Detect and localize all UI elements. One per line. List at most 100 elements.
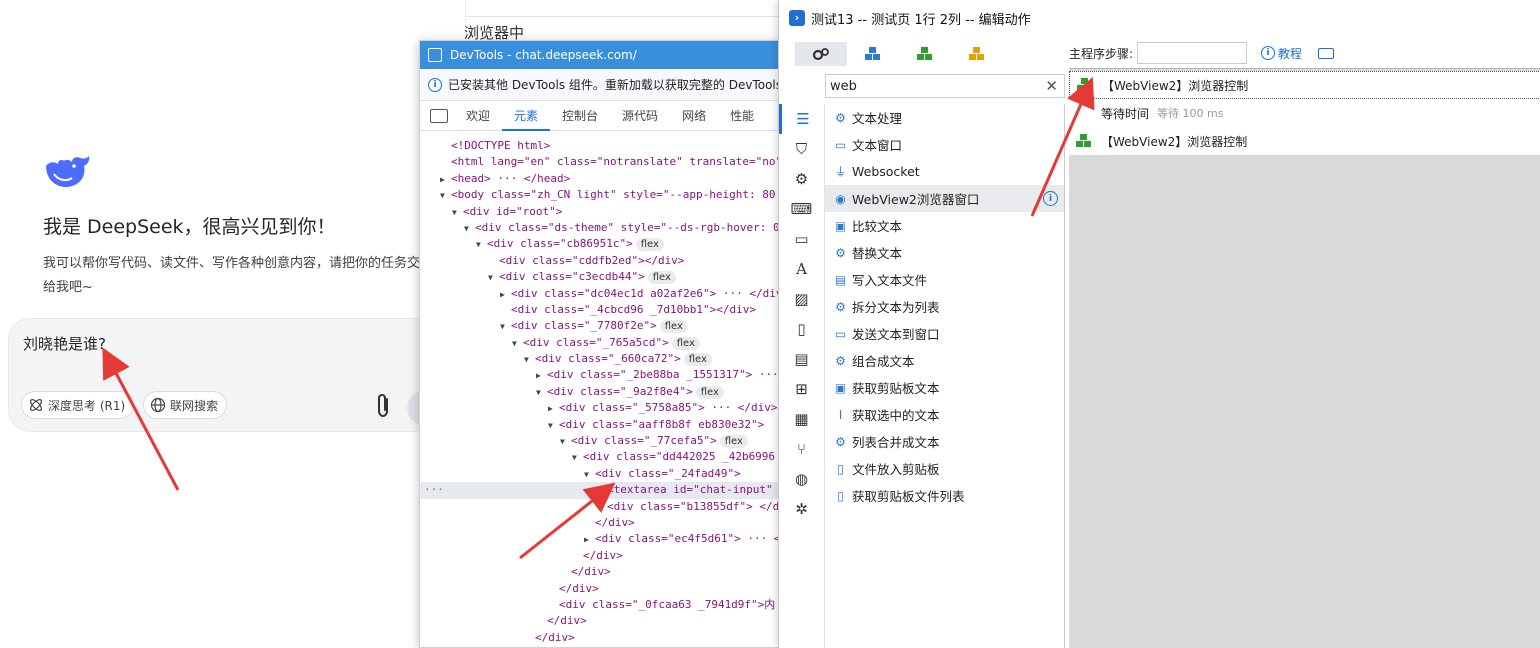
globe-icon[interactable]: ◍ bbox=[779, 464, 824, 494]
dom-tree-node[interactable]: ▼ <div class="_660ca72"> flex bbox=[420, 351, 780, 368]
dom-tree-node[interactable]: ▼ <div class="cb86951c"> flex bbox=[420, 236, 780, 253]
tab-console[interactable]: 控制台 bbox=[550, 101, 610, 131]
action-search-input[interactable]: web ✕ bbox=[825, 74, 1065, 98]
collapse-triangle-icon[interactable]: ▼ bbox=[572, 450, 583, 466]
flex-badge[interactable]: flex bbox=[719, 435, 748, 449]
action-list-item[interactable]: ▭ 文本窗口 bbox=[825, 131, 1064, 158]
dom-tree-node[interactable]: </div> bbox=[420, 581, 780, 597]
dom-tree-node[interactable]: ▶ <div class="dc04ec1d a02af2e6"> ··· </d… bbox=[420, 286, 780, 303]
tab-gears[interactable] bbox=[795, 42, 847, 66]
collapse-triangle-icon[interactable]: ▼ bbox=[500, 319, 511, 335]
web-search-button[interactable]: 联网搜索 bbox=[143, 391, 228, 419]
dom-tree-node[interactable]: ▼ <div class="_765a5cd"> flex bbox=[420, 335, 780, 351]
paperclip-icon[interactable] bbox=[371, 393, 395, 419]
flex-badge[interactable]: flex bbox=[695, 385, 724, 399]
clear-search-icon[interactable]: ✕ bbox=[1045, 77, 1058, 95]
dom-tree-node[interactable]: </div> bbox=[420, 564, 780, 580]
dom-tree-node[interactable]: ▶ <div class="ec4f5d61"> ··· </d bbox=[420, 531, 780, 548]
dom-tree-node[interactable]: ▶ <div class="_5758a85"> ··· </div> bbox=[420, 400, 780, 417]
branch-icon[interactable]: ⑂ bbox=[779, 434, 824, 464]
collapse-triangle-icon[interactable]: ▼ bbox=[548, 418, 559, 434]
collapse-triangle-icon[interactable]: ▼ bbox=[536, 385, 547, 401]
node-menu-icon[interactable]: ··· bbox=[424, 482, 444, 498]
dom-tree-node[interactable]: <html lang="en" class="notranslate" tran… bbox=[420, 154, 780, 170]
windows-logo-icon[interactable]: ⊞ bbox=[779, 374, 824, 404]
dom-tree-node[interactable]: ▼ <div class="ds-theme" style="--ds-rgb-h… bbox=[420, 220, 780, 237]
chat-input-box[interactable]: 刘晓艳是谁? 深度思考 (R1) 联网搜索 bbox=[8, 318, 478, 432]
dom-tree-node[interactable]: ▼ <div class="_9a2f8e4"> flex bbox=[420, 384, 780, 401]
dom-tree-node[interactable]: ▼ <div id="root"> bbox=[420, 204, 780, 221]
info-icon[interactable]: i bbox=[1043, 191, 1058, 206]
action-list-item[interactable]: ⚙ 拆分文本为列表 bbox=[825, 293, 1064, 320]
step-row[interactable]: 等待时间 等待 100 ms bbox=[1069, 99, 1540, 127]
flex-badge[interactable]: flex bbox=[683, 353, 712, 367]
collapse-triangle-icon[interactable]: ▼ bbox=[476, 237, 487, 253]
tutorial-link[interactable]: i 教程 bbox=[1261, 45, 1302, 62]
dom-tree-node[interactable]: <div class="cddfb2ed"></div> bbox=[420, 253, 780, 269]
tab-sources[interactable]: 源代码 bbox=[610, 101, 670, 131]
action-list-item[interactable]: ⚙ 列表合并成文本 bbox=[825, 428, 1064, 455]
action-list-item[interactable]: ▣ 比较文本 bbox=[825, 212, 1064, 239]
dom-tree-node[interactable]: <div class="_0fcaa63 _7941d9f">内 bbox=[420, 597, 780, 613]
grid-icon[interactable]: ▦ bbox=[779, 404, 824, 434]
collapse-triangle-icon[interactable]: ▼ bbox=[452, 205, 463, 221]
dom-tree-node[interactable]: ▶ <head> ··· </head> bbox=[420, 171, 780, 188]
step-row[interactable]: 【WebView2】浏览器控制 bbox=[1069, 71, 1540, 99]
tab-orange-cubes[interactable] bbox=[951, 42, 1003, 66]
tab-network[interactable]: 网络 bbox=[670, 101, 718, 131]
expand-triangle-icon[interactable]: ▶ bbox=[440, 172, 451, 188]
collapse-triangle-icon[interactable]: ▼ bbox=[464, 221, 475, 237]
gears-icon[interactable]: ✲ bbox=[779, 494, 824, 524]
deep-think-button[interactable]: 深度思考 (R1) bbox=[21, 391, 135, 419]
dom-tree-node[interactable]: ▼ <div class="_24fad49"> bbox=[420, 466, 780, 483]
text-icon[interactable]: A bbox=[779, 254, 824, 284]
chat-input[interactable]: 刘晓艳是谁? bbox=[23, 333, 106, 354]
action-list-item[interactable]: ⏚ Websocket bbox=[825, 158, 1064, 185]
tab-performance[interactable]: 性能 bbox=[718, 101, 766, 131]
bookmark-icon[interactable]: ⛉ bbox=[779, 134, 824, 164]
action-list-item[interactable]: ⚙ 文本处理 bbox=[825, 104, 1064, 131]
tab-welcome[interactable]: 欢迎 bbox=[454, 101, 502, 131]
flex-badge[interactable]: flex bbox=[635, 238, 664, 252]
dom-tree-node[interactable]: <div class="_4cbcd96 _7d10bb1"></div> bbox=[420, 302, 780, 318]
step-row[interactable]: 【WebView2】浏览器控制 bbox=[1069, 127, 1540, 155]
collapse-triangle-icon[interactable]: ▼ bbox=[584, 467, 595, 483]
dom-tree-node[interactable]: ··· <textarea id="chat-input" bbox=[420, 482, 780, 499]
devtools-titlebar[interactable]: DevTools - chat.deepseek.com/ bbox=[420, 41, 780, 69]
keyboard-icon[interactable]: ⌨ bbox=[779, 194, 824, 224]
document-icon[interactable]: ▤ bbox=[779, 344, 824, 374]
action-list-item[interactable]: ⚙ 替换文本 bbox=[825, 239, 1064, 266]
expand-triangle-icon[interactable]: ▶ bbox=[584, 532, 595, 548]
expand-triangle-icon[interactable]: ▶ bbox=[536, 368, 547, 384]
dom-tree-node[interactable]: <!DOCTYPE html> bbox=[420, 138, 780, 154]
expand-triangle-icon[interactable]: ▶ bbox=[548, 401, 559, 417]
dom-tree-node[interactable]: </div> bbox=[420, 630, 780, 646]
tab-blue-cubes[interactable] bbox=[847, 42, 899, 66]
menu-list-icon[interactable]: ☰ bbox=[779, 104, 824, 134]
collapse-triangle-icon[interactable]: ▼ bbox=[524, 352, 535, 368]
dom-tree-node[interactable]: ▼ <div class="dd442025 _42b6996 bbox=[420, 449, 780, 466]
dom-tree-node[interactable]: ▼ <div class="c3ecdb44"> flex bbox=[420, 269, 780, 286]
action-list-item[interactable]: ▯ 获取剪贴板文件列表 bbox=[825, 482, 1064, 509]
dom-tree-node[interactable]: </div> bbox=[420, 548, 780, 564]
flex-badge[interactable]: flex bbox=[647, 271, 676, 285]
collapse-triangle-icon[interactable]: ▼ bbox=[488, 270, 499, 286]
window-icon[interactable]: ▭ bbox=[779, 224, 824, 254]
action-list-item[interactable]: ▭ 发送文本到窗口 bbox=[825, 320, 1064, 347]
action-list-item[interactable]: ▤ 写入文本文件 bbox=[825, 266, 1064, 293]
dom-tree-node[interactable]: </div> bbox=[420, 515, 780, 531]
inspect-element-icon[interactable] bbox=[430, 108, 448, 123]
action-list-item[interactable]: ▣ 获取剪贴板文本 bbox=[825, 374, 1064, 401]
expand-triangle-icon[interactable]: ▶ bbox=[500, 287, 511, 303]
tab-elements[interactable]: 元素 bbox=[502, 101, 551, 131]
dom-tree-node[interactable]: <div class="b13855df"> </d bbox=[420, 499, 780, 515]
dom-tree-node[interactable]: ▼ <div class="_7780f2e"> flex bbox=[420, 318, 780, 335]
clipboard-icon[interactable]: ▯ bbox=[779, 314, 824, 344]
action-list-item[interactable]: ▯ 文件放入剪贴板 bbox=[825, 455, 1064, 482]
tab-green-cubes[interactable] bbox=[899, 42, 951, 66]
collapse-triangle-icon[interactable]: ▼ bbox=[560, 434, 571, 450]
collapse-triangle-icon[interactable]: ▼ bbox=[440, 188, 451, 204]
flex-badge[interactable]: flex bbox=[671, 336, 700, 350]
settings-icon[interactable]: ⚙ bbox=[779, 164, 824, 194]
action-list-item[interactable]: I 获取选中的文本 bbox=[825, 401, 1064, 428]
